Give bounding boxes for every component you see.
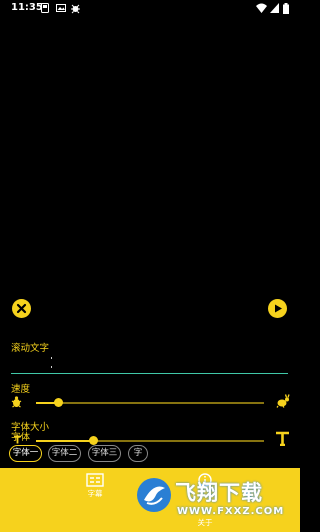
font-size-slider-thumb[interactable] [88,436,98,445]
watermark-title: 飞翔下载 [175,481,263,505]
scroll-text-label: 滚动文字 [11,343,50,354]
watermark: 飞翔下载 WWW.FXXZ.COM [131,470,300,532]
close-icon [16,303,27,314]
turtle-icon [11,396,22,408]
play-icon [275,304,282,313]
input-cursor-dot [51,366,52,368]
speed-slider[interactable] [30,397,270,409]
play-button[interactable] [268,299,287,318]
scroll-text-input[interactable] [11,354,288,373]
battery-icon [283,3,289,14]
font-size-slider-fill [36,440,93,442]
tab-subtitle-label: 字幕 [87,489,103,498]
font-chip-2[interactable]: 字体二 [48,445,81,462]
font-chip-3[interactable]: 字体三 [88,445,121,462]
wifi-icon [256,3,267,13]
font-chip-1[interactable]: 字体一 [9,445,42,462]
rabbit-icon [276,394,290,408]
photo-icon [56,4,66,12]
input-cursor [51,357,52,359]
watermark-subtitle: WWW.FXXZ.COM [177,506,285,517]
close-button[interactable] [12,299,31,318]
bug-icon [71,4,80,14]
signal-icon [270,3,279,13]
notification-icon [41,3,49,13]
scroll-preview-area[interactable] [0,18,300,296]
status-bar: 11:35 [0,0,300,18]
watermark-logo [137,478,171,512]
large-text-icon [276,431,289,446]
status-time: 11:35 [11,2,43,13]
speed-slider-track [36,402,264,404]
speed-label: 速度 [11,384,31,395]
scroll-text-underline [11,373,288,374]
font-chip-4[interactable]: 字 [128,445,148,462]
font-label: 字体 [11,432,31,443]
tab-subtitle[interactable]: 字幕 [70,468,120,532]
subtitle-icon [86,473,104,487]
speed-slider-thumb[interactable] [54,398,64,407]
